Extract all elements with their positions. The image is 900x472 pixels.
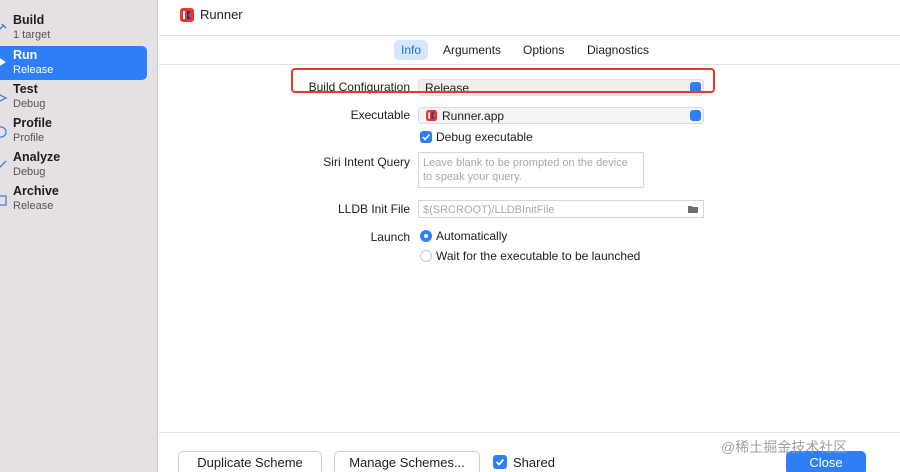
sidebar-item-subtitle: Debug [13, 166, 46, 178]
executable-value: Runner.app [442, 109, 505, 123]
tab-diagnostics[interactable]: Diagnostics [580, 40, 656, 60]
sidebar-item-title: Test [13, 82, 38, 96]
build-icon [0, 23, 7, 31]
checkmark-icon [495, 458, 505, 466]
siri-intent-query-field[interactable]: Leave blank to be prompted on the device… [418, 152, 644, 188]
sidebar-item-subtitle: Release [13, 200, 54, 212]
sidebar-item-run[interactable]: Run Release [0, 46, 147, 80]
debug-executable-checkbox[interactable] [420, 131, 432, 143]
checkmark-icon [422, 133, 431, 141]
scheme-editor-panel: Runner Info Arguments Options Diagnostic… [159, 0, 900, 472]
launch-wait-label: Wait for the executable to be launched [436, 249, 641, 263]
launch-wait-radio[interactable] [420, 250, 432, 262]
sidebar-item-title: Archive [13, 184, 59, 198]
tab-bar: Info Arguments Options Diagnostics [159, 36, 900, 65]
analyze-icon [0, 160, 7, 169]
sidebar-item-subtitle: Profile [13, 132, 45, 144]
sidebar-item-subtitle: Debug [13, 98, 46, 110]
sidebar-item-build[interactable]: Build 1 target [0, 13, 147, 47]
lldb-init-file-placeholder: $(SRCROOT)/LLDBInitFile [423, 204, 555, 216]
archive-icon [0, 195, 7, 206]
folder-icon[interactable] [687, 203, 699, 215]
duplicate-scheme-button[interactable]: Duplicate Scheme [178, 451, 322, 472]
manage-schemes-button[interactable]: Manage Schemes... [334, 451, 480, 472]
sidebar-item-title: Run [13, 48, 38, 62]
debug-executable-label: Debug executable [436, 130, 533, 144]
watermark-text: @稀土掘金技术社区 [721, 439, 848, 455]
executable-popup[interactable]: Runner.app [418, 107, 704, 124]
tab-options[interactable]: Options [516, 40, 571, 60]
runner-app-icon [180, 8, 194, 22]
highlight-annotation [291, 68, 715, 93]
sidebar-item-title: Build [13, 13, 45, 27]
sidebar-item-subtitle: Release [13, 64, 54, 76]
sidebar-item-test[interactable]: Test Debug [0, 82, 147, 116]
executable-label: Executable [350, 108, 410, 122]
siri-intent-query-placeholder: Leave blank to be prompted on the device… [423, 157, 628, 183]
play-icon [0, 58, 6, 66]
scheme-action-sidebar: Build 1 target Run Release Test Debug Pr… [0, 0, 158, 472]
tab-arguments[interactable]: Arguments [436, 40, 508, 60]
title-bar: Runner [159, 0, 900, 36]
launch-automatically-label: Automatically [436, 229, 508, 243]
runner-app-icon [426, 110, 437, 121]
test-icon [0, 94, 8, 102]
launch-label: Launch [370, 230, 410, 244]
popup-stepper-icon [690, 110, 701, 121]
lldb-init-file-field[interactable]: $(SRCROOT)/LLDBInitFile [418, 200, 704, 218]
sidebar-item-title: Profile [13, 116, 52, 130]
sidebar-item-analyze[interactable]: Analyze Debug [0, 150, 147, 184]
profile-icon [0, 126, 7, 138]
sidebar-item-title: Analyze [13, 150, 61, 164]
sidebar-item-archive[interactable]: Archive Release [0, 184, 147, 218]
launch-automatically-radio[interactable] [420, 230, 432, 242]
shared-checkbox[interactable] [493, 455, 507, 469]
sidebar-item-profile[interactable]: Profile Profile [0, 116, 147, 150]
sidebar-item-subtitle: 1 target [13, 29, 51, 41]
window-title: Runner [200, 7, 243, 22]
tab-info[interactable]: Info [394, 40, 429, 60]
shared-label: Shared [513, 455, 555, 470]
lldb-init-file-label: LLDB Init File [337, 202, 410, 216]
siri-intent-query-label: Siri Intent Query [323, 155, 410, 169]
